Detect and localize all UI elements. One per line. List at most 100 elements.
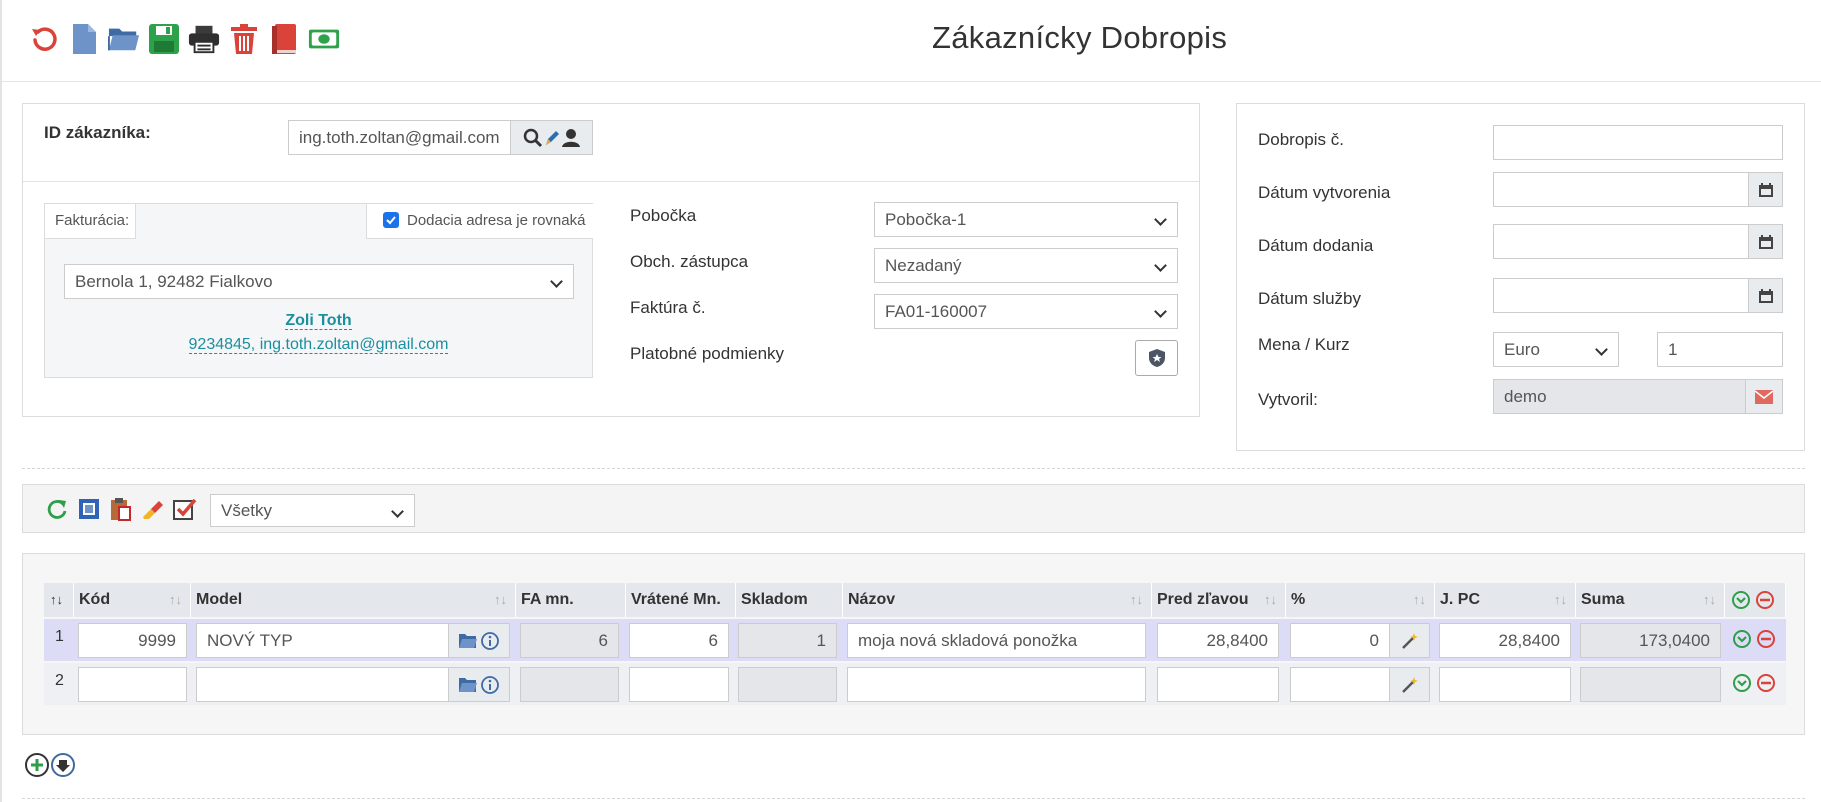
- col-suma-header[interactable]: Suma ↑↓: [1576, 583, 1725, 617]
- doc-number-label: Dobropis č.: [1258, 130, 1344, 149]
- row-suma-value: 173,0400: [1580, 623, 1721, 658]
- sort-icon: ↑↓: [1264, 592, 1277, 607]
- col-pred-zlavou-header[interactable]: Pred zľavou ↑↓: [1152, 583, 1286, 617]
- col-skladom-header: Skladom: [736, 583, 843, 617]
- contact-details-row: 9234845, ing.toth.zoltan@gmail.com: [44, 336, 593, 354]
- currency-select[interactable]: Euro: [1493, 332, 1619, 367]
- folder-icon[interactable]: [458, 676, 478, 694]
- expand-row-icon[interactable]: [1732, 629, 1752, 649]
- remove-row-icon[interactable]: [1756, 629, 1776, 649]
- shield-icon: [1148, 349, 1165, 367]
- info-icon[interactable]: [480, 675, 500, 695]
- contact-name-link[interactable]: Zoli Toth: [285, 312, 352, 330]
- book-icon[interactable]: [268, 22, 300, 56]
- row-pred-zlavou-input[interactable]: [1157, 667, 1279, 702]
- col-jpc-header[interactable]: J. PC ↑↓: [1435, 583, 1576, 617]
- select-all-icon[interactable]: [78, 498, 100, 525]
- row-jpc-input[interactable]: [1439, 667, 1571, 702]
- row-nazov-input[interactable]: [847, 667, 1146, 702]
- main-toolbar: [28, 22, 340, 56]
- author-input: demo: [1493, 379, 1746, 414]
- row-vratene-input[interactable]: 6: [629, 623, 729, 658]
- col-kod-header[interactable]: Kód ↑↓: [74, 583, 191, 617]
- same-address-label: Dodacia adresa je rovnaká: [407, 212, 586, 229]
- rate-input[interactable]: 1: [1657, 332, 1783, 367]
- info-icon[interactable]: [480, 631, 500, 651]
- billing-tab[interactable]: Fakturácia:: [45, 204, 136, 239]
- sort-icon: ↑↓: [1554, 592, 1567, 607]
- col-kod-label: Kód: [79, 591, 111, 608]
- print-icon[interactable]: [188, 22, 220, 56]
- col-fa-mn-header: FA mn.: [516, 583, 626, 617]
- grid-refresh-icon[interactable]: [46, 498, 68, 525]
- row-kod-input[interactable]: 9999: [78, 623, 187, 658]
- row-percent-input[interactable]: [1290, 667, 1390, 702]
- remove-all-icon[interactable]: [1755, 590, 1775, 610]
- delete-icon[interactable]: [228, 22, 260, 56]
- billing-address-value: Bernola 1, 92482 Fialkovo: [75, 272, 273, 291]
- clipboard-icon[interactable]: [109, 497, 131, 526]
- customer-id-input[interactable]: ing.toth.zoltan@gmail.com: [288, 120, 511, 155]
- invoice-select[interactable]: FA01-160007: [874, 294, 1178, 329]
- same-address-toggle[interactable]: Dodacia adresa je rovnaká: [366, 204, 593, 239]
- remove-row-icon[interactable]: [1756, 673, 1776, 693]
- row-pred-zlavou-input[interactable]: 28,8400: [1157, 623, 1279, 658]
- currency-value: Euro: [1504, 340, 1540, 359]
- money-icon[interactable]: [308, 22, 340, 56]
- branch-select[interactable]: Pobočka-1: [874, 202, 1178, 237]
- service-date-calendar[interactable]: [1748, 278, 1783, 313]
- row-jpc-input[interactable]: 28,8400: [1439, 623, 1571, 658]
- service-date-input[interactable]: [1493, 278, 1749, 313]
- contact-name-row: Zoli Toth: [44, 312, 593, 330]
- row-discount-wand[interactable]: [1389, 623, 1430, 658]
- expand-row-icon[interactable]: [1732, 673, 1752, 693]
- row-nazov-input[interactable]: moja nová skladová ponožka: [847, 623, 1146, 658]
- grid-filter-select[interactable]: Všetky: [210, 494, 415, 527]
- section-separator: [22, 468, 1805, 469]
- page-title: Zákaznícky Dobropis: [932, 20, 1228, 55]
- doc-number-input[interactable]: [1493, 125, 1783, 160]
- refresh-icon[interactable]: [28, 22, 60, 56]
- row-kod-input[interactable]: [78, 667, 187, 702]
- expand-all-icon[interactable]: [1731, 590, 1751, 610]
- delivery-date-calendar[interactable]: [1748, 224, 1783, 259]
- eraser-icon[interactable]: [141, 497, 165, 526]
- row-percent-input[interactable]: 0: [1290, 623, 1390, 658]
- created-date-input[interactable]: [1493, 172, 1749, 207]
- billing-address-select[interactable]: Bernola 1, 92482 Fialkovo: [64, 264, 574, 299]
- send-email-button[interactable]: [1745, 379, 1783, 414]
- col-percent-header[interactable]: % ↑↓: [1286, 583, 1435, 617]
- invoice-value: FA01-160007: [885, 302, 988, 321]
- rep-value: Nezadaný: [885, 256, 962, 275]
- row-model-actions: [448, 623, 510, 658]
- sort-toggle[interactable]: ↑↓: [44, 583, 74, 617]
- add-row-icon[interactable]: [24, 752, 50, 778]
- created-date-calendar[interactable]: [1748, 172, 1783, 207]
- payment-terms-label: Platobné podmienky: [630, 344, 785, 363]
- payment-terms-button[interactable]: [1135, 340, 1178, 376]
- col-nazov-header[interactable]: Názov ↑↓: [843, 583, 1152, 617]
- sort-icon: ↑↓: [1703, 592, 1716, 607]
- row-discount-wand[interactable]: [1389, 667, 1430, 702]
- row-model-input[interactable]: NOVÝ TYP: [196, 623, 449, 658]
- sort-icon: ↑↓: [169, 592, 182, 607]
- save-icon[interactable]: [148, 22, 180, 56]
- checklist-icon[interactable]: [173, 497, 197, 526]
- customer-id-label: ID zákazníka:: [44, 123, 151, 142]
- rep-select[interactable]: Nezadaný: [874, 248, 1178, 283]
- open-folder-icon[interactable]: [108, 22, 140, 56]
- delivery-date-input[interactable]: [1493, 224, 1749, 259]
- same-address-checkbox[interactable]: [383, 212, 399, 228]
- header-actions: [1725, 583, 1786, 617]
- add-row-below-icon[interactable]: [50, 752, 76, 778]
- row-model-input[interactable]: [196, 667, 449, 702]
- grid-filter-value: Všetky: [221, 501, 273, 520]
- folder-icon[interactable]: [458, 632, 478, 650]
- customer-lookup-button[interactable]: [510, 120, 593, 155]
- row-vratene-input[interactable]: [629, 667, 729, 702]
- row-fa-mn-value: [520, 667, 619, 702]
- contact-details-link[interactable]: 9234845, ing.toth.zoltan@gmail.com: [188, 336, 449, 354]
- new-document-icon[interactable]: [68, 22, 100, 56]
- col-model-header[interactable]: Model ↑↓: [191, 583, 516, 617]
- user-icon: [561, 128, 580, 147]
